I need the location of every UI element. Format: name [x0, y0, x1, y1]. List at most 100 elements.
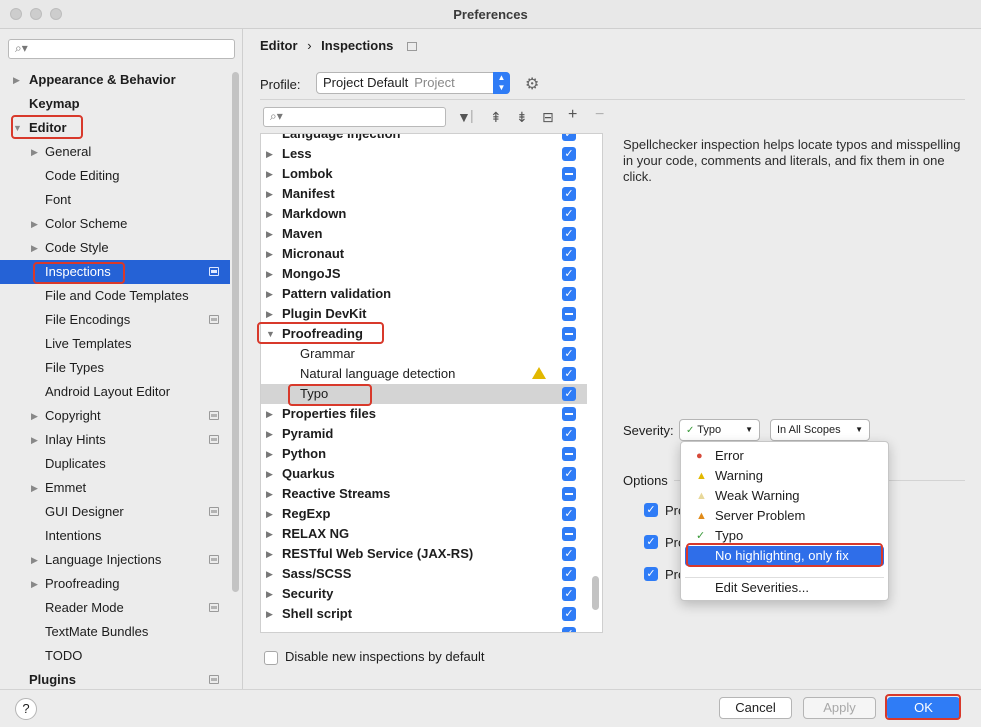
sidebar-item-general[interactable]: ▶ General [0, 140, 230, 164]
tree-row-less[interactable]: ▶ Less ✓ [261, 144, 587, 164]
tree-row-grammar[interactable]: Grammar ✓ [261, 344, 587, 364]
tree-scrollbar[interactable] [592, 576, 599, 610]
checkbox-checked-icon[interactable]: ✓ [562, 587, 576, 601]
checkbox-partial-icon[interactable] [562, 487, 576, 501]
sidebar-item-appearance-behavior[interactable]: ▶ Appearance & Behavior [0, 68, 230, 92]
checkbox-checked-icon[interactable]: ✓ [562, 427, 576, 441]
settings-search-input[interactable]: ⌕▾ [8, 39, 235, 59]
filter-icon[interactable]: ▼ [457, 109, 471, 125]
breadcrumb-editor[interactable]: Editor [260, 38, 298, 53]
chevron-down-icon[interactable]: ▼ [13, 116, 22, 140]
checkbox-partial-icon[interactable] [562, 527, 576, 541]
chevron-right-icon[interactable]: ▶ [266, 304, 273, 324]
checkbox-checked-icon[interactable]: ✓ [562, 387, 576, 401]
sidebar-item-font[interactable]: Font [0, 188, 230, 212]
chevron-right-icon[interactable]: ▶ [266, 404, 273, 424]
tree-row-natural-language-detection[interactable]: Natural language detection ✓ [261, 364, 587, 384]
tree-row-plugin-devkit[interactable]: ▶ Plugin DevKit [261, 304, 587, 324]
chevron-right-icon[interactable]: ▶ [266, 584, 273, 604]
chevron-right-icon[interactable]: ▶ [31, 476, 38, 500]
severity-option-warning[interactable]: ▲ Warning [685, 466, 884, 486]
severity-option-weak-warning[interactable]: ▲ Weak Warning [685, 486, 884, 506]
checkbox-checked-icon[interactable]: ✓ [562, 547, 576, 561]
gear-icon[interactable]: ⚙ [525, 74, 539, 94]
collapse-all-icon[interactable]: ⇟ [516, 109, 528, 126]
chevron-down-icon[interactable]: ▼ [266, 324, 275, 344]
sidebar-item-emmet[interactable]: ▶ Emmet [0, 476, 230, 500]
chevron-right-icon[interactable]: ▶ [266, 224, 273, 244]
tree-row-maven[interactable]: ▶ Maven ✓ [261, 224, 587, 244]
chevron-right-icon[interactable]: ▶ [31, 548, 38, 572]
checkbox-checked-icon[interactable]: ✓ [562, 187, 576, 201]
profile-select[interactable]: Project Default Project ▲ ▼ [316, 72, 510, 94]
sidebar-item-editor[interactable]: ▼ Editor [0, 116, 230, 140]
checkbox-partial-icon[interactable] [562, 307, 576, 321]
sidebar-item-todo[interactable]: TODO [0, 644, 230, 668]
apply-button[interactable]: Apply [803, 697, 876, 719]
checkbox-checked-icon[interactable]: ✓ [562, 247, 576, 261]
checkbox-checked-icon[interactable]: ✓ [562, 467, 576, 481]
tree-row-reactive-streams[interactable]: ▶ Reactive Streams [261, 484, 587, 504]
help-button[interactable]: ? [15, 698, 37, 720]
checkbox-partial-icon[interactable] [562, 167, 576, 181]
checkbox-checked-icon[interactable]: ✓ [562, 607, 576, 621]
tree-row-sass-scss[interactable]: ▶ Sass/SCSS ✓ [261, 564, 587, 584]
edit-severities-item[interactable]: Edit Severities... [685, 578, 884, 598]
chevron-right-icon[interactable]: ▶ [266, 284, 273, 304]
sidebar-item-reader-mode[interactable]: Reader Mode [0, 596, 230, 620]
tree-row-markdown[interactable]: ▶ Markdown ✓ [261, 204, 587, 224]
tree-row-manifest[interactable]: ▶ Manifest ✓ [261, 184, 587, 204]
tree-row-proofreading[interactable]: ▼ Proofreading [261, 324, 587, 344]
reset-icon[interactable]: ⊟ [542, 109, 554, 126]
chevron-right-icon[interactable]: ▶ [266, 564, 273, 584]
chevron-right-icon[interactable]: ▶ [266, 604, 273, 624]
chevron-right-icon[interactable]: ▶ [266, 524, 273, 544]
chevron-right-icon[interactable]: ▶ [266, 144, 273, 164]
tree-row-quarkus[interactable]: ▶ Quarkus ✓ [261, 464, 587, 484]
severity-option-error[interactable]: ● Error [685, 446, 884, 466]
tree-row-pattern-validation[interactable]: ▶ Pattern validation ✓ [261, 284, 587, 304]
sidebar-item-inlay-hints[interactable]: ▶ Inlay Hints [0, 428, 230, 452]
chevron-right-icon[interactable]: ▶ [266, 544, 273, 564]
checkbox-checked-icon[interactable]: ✓ [562, 627, 576, 632]
tree-row-lombok[interactable]: ▶ Lombok [261, 164, 587, 184]
cancel-button[interactable]: Cancel [719, 697, 792, 719]
chevron-right-icon[interactable]: ▶ [266, 464, 273, 484]
severity-select[interactable]: ✓ Typo ▼ [679, 419, 760, 441]
checkbox-partial-icon[interactable] [562, 327, 576, 341]
sidebar-item-plugins[interactable]: Plugins [0, 668, 230, 689]
tree-row-typo[interactable]: Typo ✓ [261, 384, 587, 404]
chevron-right-icon[interactable]: ▶ [13, 68, 20, 92]
tree-row-pyramid[interactable]: ▶ Pyramid ✓ [261, 424, 587, 444]
tree-row-mongojs[interactable]: ▶ MongoJS ✓ [261, 264, 587, 284]
chevron-right-icon[interactable]: ▶ [266, 444, 273, 464]
sidebar-item-textmate-bundles[interactable]: TextMate Bundles [0, 620, 230, 644]
sidebar-item-proofreading[interactable]: ▶ Proofreading [0, 572, 230, 596]
checkbox-checked-icon[interactable]: ✓ [562, 207, 576, 221]
tree-row-properties-files[interactable]: ▶ Properties files [261, 404, 587, 424]
tree-row-shell-script[interactable]: ▶ Shell script ✓ [261, 604, 587, 624]
chevron-right-icon[interactable]: ▶ [31, 140, 38, 164]
sidebar-item-android-layout-editor[interactable]: Android Layout Editor [0, 380, 230, 404]
remove-icon[interactable]: − [595, 106, 604, 124]
checkbox-checked-icon[interactable]: ✓ [562, 507, 576, 521]
sidebar-item-copyright[interactable]: ▶ Copyright [0, 404, 230, 428]
checkbox-checked-icon[interactable]: ✓ [562, 147, 576, 161]
sidebar-item-code-style[interactable]: ▶ Code Style [0, 236, 230, 260]
chevron-right-icon[interactable]: ▶ [31, 404, 38, 428]
checkbox-partial-icon[interactable] [562, 447, 576, 461]
tree-row-clipped[interactable]: Language Injection ✓ [261, 134, 587, 144]
checkbox-checked-icon[interactable]: ✓ [562, 287, 576, 301]
sidebar-item-inspections[interactable]: Inspections [0, 260, 230, 284]
sidebar-item-duplicates[interactable]: Duplicates [0, 452, 230, 476]
expand-all-icon[interactable]: ⇞ [490, 109, 502, 126]
sidebar-item-gui-designer[interactable]: GUI Designer [0, 500, 230, 524]
checkbox-checked-icon[interactable]: ✓ [562, 227, 576, 241]
chevron-right-icon[interactable]: ▶ [266, 244, 273, 264]
sidebar-item-language-injections[interactable]: ▶ Language Injections [0, 548, 230, 572]
tree-row-relax-ng[interactable]: ▶ RELAX NG [261, 524, 587, 544]
tree-row-security[interactable]: ▶ Security ✓ [261, 584, 587, 604]
chevron-right-icon[interactable]: ▶ [266, 184, 273, 204]
checkbox-checked-icon[interactable]: ✓ [562, 367, 576, 381]
checkbox-checked-icon[interactable]: ✓ [562, 347, 576, 361]
